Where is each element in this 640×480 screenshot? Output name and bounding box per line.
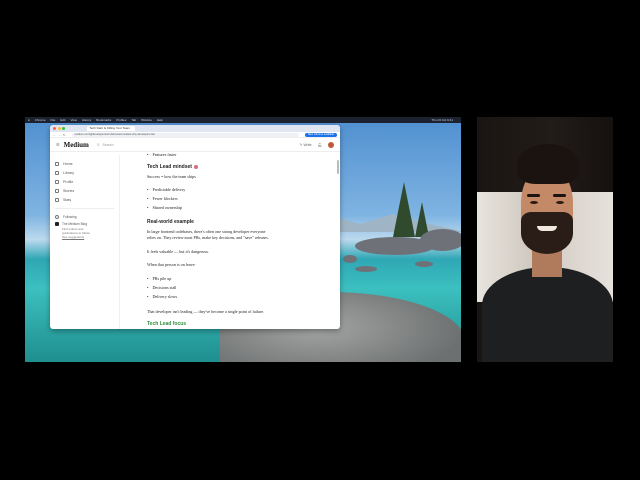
paragraph: When that person is on leave: <box>147 262 196 267</box>
write-icon: ✎ <box>299 142 303 147</box>
following-item[interactable]: The Medium Blog <box>55 220 114 227</box>
scrollbar[interactable] <box>337 160 339 174</box>
bell-icon[interactable]: 🔔︎ <box>318 143 322 147</box>
library-icon <box>55 170 59 175</box>
wallpaper-rock <box>415 261 433 267</box>
list-item: Features faster <box>147 152 176 157</box>
article-body: Features faster Tech Lead mindset Succes… <box>147 152 337 329</box>
menu-item[interactable]: Help <box>157 118 163 122</box>
person-eye <box>556 201 564 204</box>
stats-icon <box>55 197 59 202</box>
emoji-icon <box>193 164 198 169</box>
video-call-layout: ● Chrome File Edit View History Bookmark… <box>0 0 640 480</box>
publication-avatar <box>55 221 59 226</box>
apple-icon[interactable]: ● <box>28 118 30 122</box>
list-item: Shared ownership <box>147 205 181 210</box>
header-actions: ✎ Write 🔔︎ <box>294 141 334 148</box>
webcam-feed <box>477 117 613 362</box>
paragraph: Success = how the team ships <box>147 174 196 179</box>
menu-item[interactable]: Chrome <box>35 118 46 122</box>
browser-window: Tech Debt Is Killing Your Team ← → ↻ med… <box>50 125 340 329</box>
left-sidebar: Home Library Profile Stories Stats Follo… <box>50 155 120 329</box>
sidebar-item-home[interactable]: Home <box>55 159 114 168</box>
following-icon <box>55 214 59 219</box>
menubar-clock[interactable]: Thu 23 Oct 9:41 <box>431 118 453 122</box>
home-icon <box>55 161 59 166</box>
sidebar-item-stories[interactable]: Stories <box>55 186 114 195</box>
wallpaper-rock <box>355 266 377 272</box>
following-item-name: The Medium Blog <box>62 221 87 226</box>
search-box[interactable]: ⚲ Search <box>97 143 114 147</box>
person-eyebrow <box>553 194 566 197</box>
minimize-window-icon[interactable] <box>57 127 61 130</box>
following-label: Following <box>63 214 77 219</box>
wallpaper-tree <box>393 182 415 237</box>
relaunch-button[interactable]: New Chrome available <box>304 132 337 137</box>
sidebar-item-stats[interactable]: Stats <box>55 195 114 204</box>
paragraph: That developer isn't leading — they've b… <box>147 309 265 314</box>
write-label: Write <box>303 142 312 147</box>
wallpaper-rock <box>343 255 357 263</box>
heading-text: Tech Lead mindset <box>147 164 192 170</box>
search-icon: ⚲ <box>96 142 100 147</box>
menu-item[interactable]: Edit <box>60 118 65 122</box>
browser-tab[interactable]: Tech Debt Is Killing Your Team <box>86 126 135 131</box>
sidebar-item-label: Home <box>63 161 73 166</box>
menu-item[interactable]: Window <box>141 118 152 122</box>
wallpaper-rock <box>420 229 461 251</box>
sidebar-item-label: Stories <box>63 188 75 193</box>
stories-icon <box>55 188 59 193</box>
person-hair <box>517 144 579 184</box>
menu-item[interactable]: History <box>82 118 91 122</box>
person-beard <box>521 212 573 254</box>
menu-item[interactable]: Profiles <box>116 118 126 122</box>
menu-item[interactable]: Bookmarks <box>96 118 111 122</box>
sidebar-item-label: Stats <box>63 197 72 202</box>
paragraph: It feels valuable — but it's dangerous. <box>147 249 210 254</box>
section-heading: Tech Lead focus <box>147 321 187 327</box>
menu-item[interactable]: View <box>71 118 77 122</box>
section-heading: Real-world example <box>147 219 194 225</box>
medium-logo[interactable]: Medium <box>64 141 89 149</box>
list-item: Predictable delivery <box>147 187 185 192</box>
menu-icon[interactable]: ☰ <box>56 142 60 147</box>
list-item: Fewer blockers <box>147 196 177 201</box>
write-button[interactable]: ✎ Write <box>300 143 312 147</box>
section-heading: Tech Lead mindset <box>147 164 198 170</box>
see-suggestions-link[interactable]: See suggestions <box>62 235 114 239</box>
reload-icon[interactable]: ↻ <box>63 133 66 137</box>
paragraph: In large frontend codebases, there's oft… <box>147 229 266 234</box>
person-smile <box>537 226 557 231</box>
person-eyebrow <box>527 194 540 197</box>
paragraph: relies on. They review most PRs, make ke… <box>147 235 269 240</box>
search-placeholder: Search <box>102 142 114 147</box>
sidebar-item-label: Library <box>63 170 74 175</box>
avatar[interactable] <box>328 141 334 148</box>
tab-bar: Tech Debt Is Killing Your Team <box>50 125 340 132</box>
list-item: Decisions stall <box>147 285 176 290</box>
menu-item[interactable]: File <box>50 118 55 122</box>
macos-menubar: ● Chrome File Edit View History Bookmark… <box>25 117 461 123</box>
back-icon[interactable]: ← <box>53 133 56 137</box>
url-field[interactable]: medium.com/@developer/tech-debt-lead-min… <box>71 132 299 137</box>
profile-icon <box>55 179 59 184</box>
menu-item[interactable]: Tab <box>131 118 136 122</box>
person-eye <box>530 201 538 204</box>
close-window-icon[interactable] <box>53 127 56 130</box>
sidebar-item-library[interactable]: Library <box>55 168 114 177</box>
list-item: Delivery slows <box>147 294 177 299</box>
person-shirt <box>482 267 613 362</box>
sidebar-item-label: Profile <box>63 179 74 184</box>
list-item: PRs pile up <box>147 276 171 281</box>
medium-header: ☰ Medium ⚲ Search ✎ Write 🔔︎ <box>50 138 340 152</box>
following-header: Following <box>55 213 114 220</box>
sidebar-divider <box>55 208 114 209</box>
forward-icon[interactable]: → <box>58 133 61 137</box>
sidebar-item-profile[interactable]: Profile <box>55 177 114 186</box>
maximize-window-icon[interactable] <box>62 127 65 130</box>
